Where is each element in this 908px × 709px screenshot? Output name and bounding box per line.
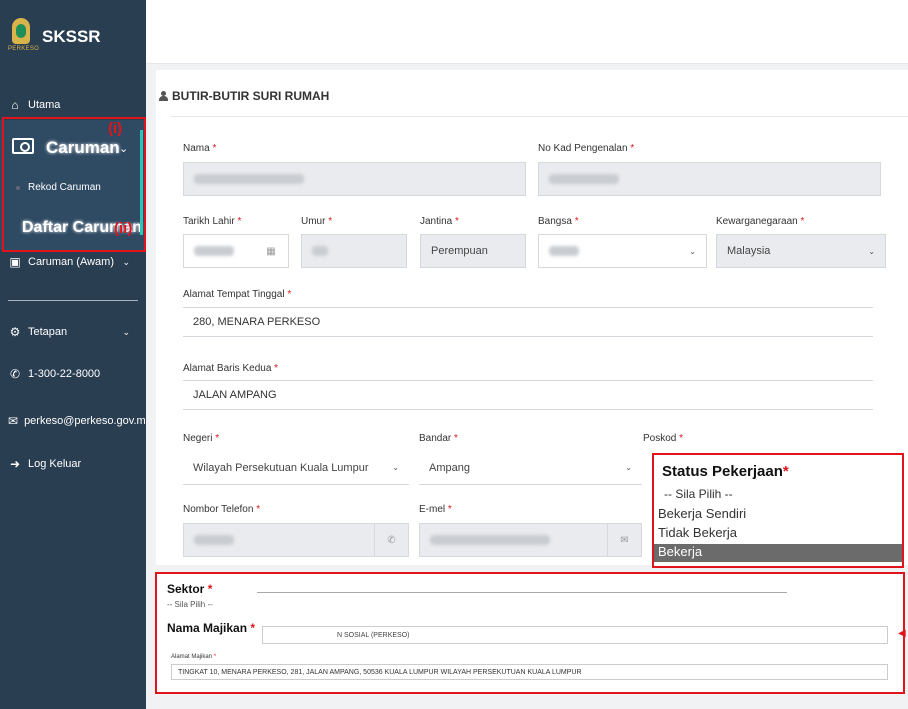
sidebar: PERKESO SKSSR ⌂ Utama Caruman ⌄ Rekod Ca… — [0, 0, 151, 709]
emel-input[interactable]: ✉ — [419, 523, 642, 557]
jantina-input[interactable]: Perempuan — [420, 234, 526, 268]
phone-icon: ✆ — [9, 367, 21, 381]
app-name: SKSSR — [42, 27, 101, 46]
calendar-icon[interactable]: ▦ — [254, 235, 288, 267]
sektor-select[interactable]: -- Sila Pilih -- — [167, 600, 213, 609]
app-logo[interactable]: PERKESO SKSSR — [8, 18, 101, 56]
wallet-icon: ▣ — [9, 255, 21, 269]
telefon-input[interactable]: ✆ — [183, 523, 409, 557]
nama-majikan-input[interactable]: N SOSIAL (PERKESO) — [262, 626, 888, 644]
mail-icon: ✉ — [8, 414, 19, 428]
sektor-underline — [257, 592, 787, 593]
alamat-majikan-input[interactable]: TINGKAT 10, MENARA PERKESO, 281, JALAN A… — [171, 664, 888, 680]
emel-label: E-mel * — [419, 504, 452, 515]
logout-icon: ➜ — [9, 457, 21, 471]
annotation-marker-i: (i) — [108, 120, 123, 137]
poskod-label: Poskod * — [643, 433, 684, 444]
kewarganegaraan-label: Kewarganegaraan * — [716, 216, 805, 227]
telefon-label: Nombor Telefon * — [183, 504, 261, 515]
status-option[interactable]: -- Sila Pilih -- — [654, 487, 902, 505]
annotation-arrow-icon: ◀ — [898, 628, 906, 639]
chevron-down-icon: ⌄ — [689, 247, 696, 256]
alamat-baris-kedua-label: Alamat Baris Kedua * — [183, 363, 279, 374]
page-title: BUTIR-BUTIR SURI RUMAH — [158, 89, 329, 103]
status-pekerjaan-label: Status Pekerjaan* — [662, 463, 789, 480]
status-option[interactable]: Tidak Bekerja — [654, 525, 902, 543]
tarikh-lahir-input[interactable]: ▦ — [183, 234, 289, 268]
tarikh-lahir-label: Tarikh Lahir * — [183, 216, 242, 227]
chevron-down-icon: ⌄ — [392, 463, 399, 472]
chevron-down-icon: ⌄ — [625, 463, 632, 472]
sidebar-item-label: Caruman (Awam) — [28, 256, 114, 268]
status-option[interactable]: Bekerja Sendiri — [654, 506, 902, 524]
no-kad-label: No Kad Pengenalan * — [538, 143, 635, 154]
sidebar-item-label: 1-300-22-8000 — [28, 368, 101, 380]
nama-majikan-label: Nama Majikan * — [167, 621, 256, 635]
no-kad-input[interactable] — [538, 162, 881, 196]
perkeso-logo-icon: PERKESO — [8, 18, 39, 56]
sidebar-item-tetapan[interactable]: ⚙ Tetapan ⌄ — [0, 323, 146, 341]
bangsa-select[interactable]: ⌄ — [538, 234, 707, 268]
sektor-label: Sektor * — [167, 582, 213, 596]
home-icon: ⌂ — [11, 98, 19, 112]
negeri-label: Negeri * — [183, 433, 220, 444]
sidebar-item-phone[interactable]: ✆ 1-300-22-8000 — [0, 365, 146, 383]
jantina-label: Jantina * — [420, 216, 459, 227]
sidebar-divider — [8, 300, 138, 301]
sidebar-item-label: Utama — [28, 99, 61, 111]
alamat-tempat-tinggal-label: Alamat Tempat Tinggal * — [183, 289, 292, 300]
top-header — [146, 0, 908, 64]
status-option-selected[interactable]: Bekerja — [654, 544, 902, 562]
sidebar-item-label: Tetapan — [28, 326, 68, 338]
sidebar-item-email[interactable]: ✉ perkeso@perkeso.gov.my — [0, 412, 151, 430]
kewarganegaraan-select[interactable]: Malaysia ⌄ — [716, 234, 886, 268]
sidebar-item-label: Log Keluar — [28, 458, 82, 470]
sidebar-item-log-keluar[interactable]: ➜ Log Keluar — [0, 455, 146, 473]
umur-label: Umur * — [301, 216, 333, 227]
chevron-down-icon: ⌄ — [868, 247, 875, 256]
umur-input[interactable] — [301, 234, 407, 268]
gear-icon: ⚙ — [9, 325, 21, 339]
mail-icon: ✉ — [607, 524, 641, 556]
title-divider — [170, 116, 908, 117]
chevron-down-icon: ⌄ — [122, 256, 130, 267]
annotation-marker-ii: (ii) — [114, 220, 133, 237]
sidebar-item-label: perkeso@perkeso.gov.my — [24, 415, 152, 427]
alamat-majikan-label: Alamat Majikan * — [171, 654, 217, 660]
phone-icon: ✆ — [374, 524, 408, 556]
sidebar-item-utama[interactable]: ⌂ Utama — [0, 96, 146, 114]
bandar-label: Bandar * — [419, 433, 458, 444]
user-icon — [158, 91, 168, 101]
bangsa-label: Bangsa * — [538, 216, 579, 227]
status-pekerjaan-dropdown[interactable]: Status Pekerjaan* -- Sila Pilih -- Beker… — [652, 453, 904, 568]
alamat-tempat-tinggal-input[interactable]: 280, MENARA PERKESO — [183, 307, 873, 337]
nama-label: Nama * — [183, 143, 217, 154]
sektor-section: Sektor * -- Sila Pilih -- Nama Majikan *… — [155, 572, 905, 694]
alamat-baris-kedua-input[interactable]: JALAN AMPANG — [183, 380, 873, 410]
negeri-select[interactable]: Wilayah Persekutuan Kuala Lumpur ⌄ — [183, 451, 409, 485]
chevron-down-icon: ⌄ — [122, 326, 130, 337]
sidebar-item-caruman-awam[interactable]: ▣ Caruman (Awam) ⌄ — [0, 253, 146, 271]
bandar-select[interactable]: Ampang ⌄ — [419, 451, 642, 485]
nama-input[interactable] — [183, 162, 526, 196]
